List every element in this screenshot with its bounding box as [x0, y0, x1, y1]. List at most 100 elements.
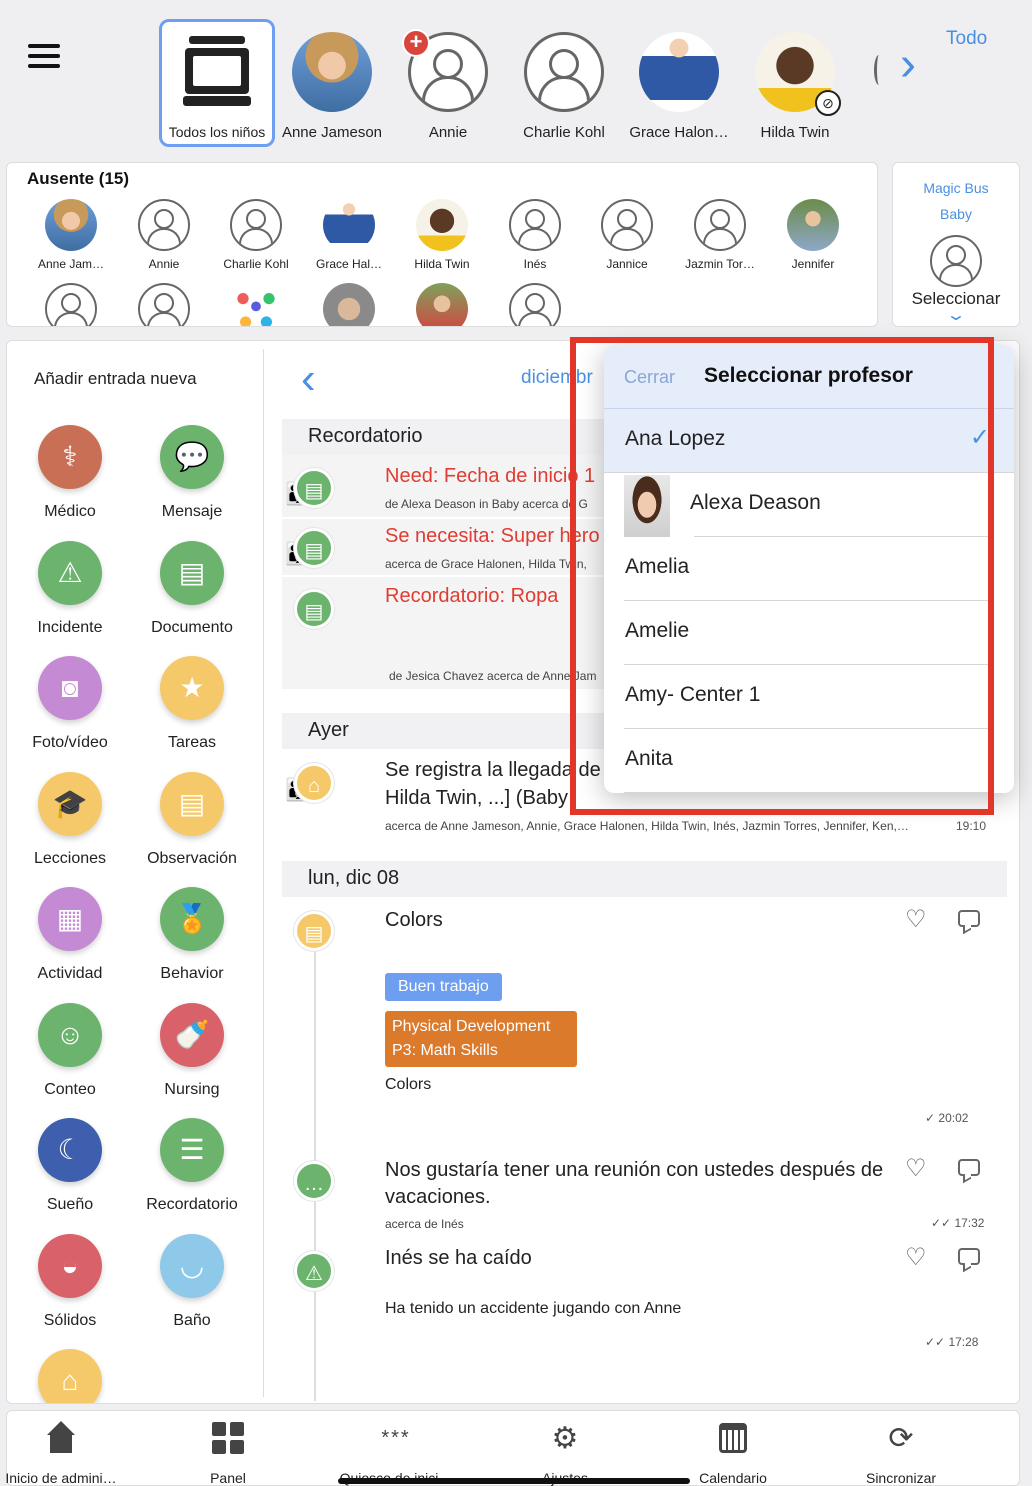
comment-icon[interactable] [958, 1248, 980, 1265]
checklist-icon: ☰ [160, 1118, 224, 1182]
observation-icon: ▤ [160, 772, 224, 836]
entry-title[interactable]: Inés se ha caído [385, 1247, 532, 1270]
entry-observacion[interactable]: ▤ Observación [130, 772, 254, 868]
avatar [787, 199, 839, 251]
absent-kid-name: Charlie Kohl [223, 257, 289, 271]
warning-icon: ⚠ [294, 1251, 334, 1291]
no-photo-icon: ⊘ [815, 90, 841, 116]
absent-kid[interactable]: Hilda Twin [396, 199, 488, 271]
select-button[interactable]: Seleccionar [893, 289, 1019, 309]
absent-kid[interactable]: Grace Hal… [303, 199, 395, 271]
child-all-kids[interactable]: Todos los niños [159, 19, 275, 147]
entry-lecciones[interactable]: 🎓 Lecciones [8, 772, 132, 868]
entry-solidos[interactable]: ◒ Sólidos [8, 1234, 132, 1330]
absent-kid-name: Jannice [606, 257, 648, 271]
avatar [639, 32, 719, 112]
heart-icon[interactable]: ♡ [905, 905, 927, 934]
heart-icon[interactable]: ♡ [905, 1243, 927, 1272]
entry-label: Observación [147, 850, 237, 867]
tab-admin-home[interactable]: Inicio de admini… [0, 1418, 146, 1486]
entry-check-in[interactable]: ⌂ [8, 1349, 132, 1403]
comment-icon[interactable] [958, 910, 980, 927]
bottle-icon: 🍼 [160, 1003, 224, 1067]
absent-kid-name: Inés [523, 257, 547, 271]
child-name: Annie [428, 124, 468, 141]
tab-panel[interactable]: Panel [143, 1418, 313, 1486]
absent-kid[interactable]: Charlie Kohl [210, 199, 302, 271]
entry-label: Actividad [37, 965, 103, 982]
absent-kid[interactable] [303, 283, 395, 326]
avatar-placeholder-icon [138, 199, 190, 251]
child-anne-jameson[interactable]: Anne Jameson [273, 28, 391, 141]
child-grace[interactable]: Grace Halon… [620, 28, 738, 141]
bus-name-line: Baby [940, 206, 972, 222]
entry-documento[interactable]: ▤ Documento [130, 541, 254, 637]
absent-kid[interactable]: Anne Jam… [25, 199, 117, 271]
bus-panel[interactable]: Magic Bus Baby Seleccionar ⌄ [892, 162, 1020, 327]
child-name: Grace Halon… [629, 124, 729, 141]
reminder-sub: de Jesica Chavez acerca de Anne Jam [389, 669, 597, 683]
absent-kid[interactable] [489, 283, 581, 326]
absent-kid[interactable] [25, 283, 117, 326]
absent-kid[interactable]: Jannice [581, 199, 673, 271]
menu-icon[interactable] [28, 44, 60, 68]
entry-recordatorio[interactable]: ☰ Recordatorio [130, 1118, 254, 1214]
entry-foto-video[interactable]: ◙ Foto/vídeo [8, 656, 132, 752]
section-header-day: lun, dic 08 [282, 861, 1007, 897]
entry-title[interactable]: Nos gustaría tener una reunión con usted… [385, 1159, 883, 1182]
entry-mensaje[interactable]: 💬 Mensaje [130, 425, 254, 521]
todo-button[interactable]: Todo [946, 28, 987, 50]
message-icon: 💬 [160, 425, 224, 489]
absent-kid[interactable]: Inés [489, 199, 581, 271]
chevron-down-icon[interactable]: ⌄ [855, 308, 1032, 324]
avatar [416, 199, 468, 251]
avatar-placeholder-icon[interactable] [874, 55, 884, 85]
gear-icon: ⚙ [551, 1421, 579, 1455]
section-title: Ayer [308, 719, 349, 741]
absent-kid[interactable] [396, 283, 488, 326]
child-charlie-kohl[interactable]: Charlie Kohl [505, 28, 623, 141]
back-chevron-icon[interactable]: ‹ [301, 357, 316, 401]
entry-sueno[interactable]: ☾ Sueño [8, 1118, 132, 1214]
avatar [323, 199, 375, 251]
entry-incidente[interactable]: ⚠ Incidente [8, 541, 132, 637]
checkin-title-line[interactable]: Se registra la llegada de [385, 759, 601, 782]
entry-label: Behavior [160, 965, 224, 982]
bus-name-line: Magic Bus [923, 180, 989, 196]
checkin-sub: acerca de Anne Jameson, Annie, Grace Hal… [385, 819, 909, 833]
child-hilda-twin[interactable]: Hilda Twin [736, 28, 854, 141]
absent-kid-name: Annie [148, 257, 180, 271]
tab-calendar[interactable]: Calendario [648, 1418, 818, 1486]
section-title: Recordatorio [308, 425, 423, 447]
comment-icon[interactable] [958, 1159, 980, 1176]
absent-kid[interactable]: Jennifer [767, 199, 859, 271]
reminder-title: Recordatorio: Ropa [385, 585, 559, 607]
entry-bano[interactable]: ◡ Baño [130, 1234, 254, 1330]
entry-nursing[interactable]: 🍼 Nursing [130, 1003, 254, 1099]
chevron-right-icon[interactable]: › [900, 40, 934, 90]
absent-kid[interactable] [118, 283, 210, 326]
reminder-sub: de Alexa Deason in Baby acerca de G [385, 497, 588, 511]
doctor-icon: ⚕ [38, 425, 102, 489]
absent-kid[interactable]: Annie [118, 199, 210, 271]
absent-title: Ausente (15) [27, 169, 130, 188]
faces-icon: ☺ [38, 1003, 102, 1067]
section-title: lun, dic 08 [308, 867, 400, 889]
heart-icon[interactable]: ♡ [905, 1154, 927, 1183]
entry-conteo[interactable]: ☺ Conteo [8, 1003, 132, 1099]
tab-sync[interactable]: ⟳ Sincronizar [816, 1418, 986, 1486]
absent-kid[interactable] [210, 283, 302, 326]
entry-label: Foto/vídeo [32, 734, 108, 751]
tab-kiosk[interactable]: ***Quiosco de inici… [311, 1418, 481, 1486]
entry-medico[interactable]: ⚕ Médico [8, 425, 132, 521]
entry-behavior[interactable]: 🏅 Behavior [130, 887, 254, 983]
absent-kid[interactable]: Jazmin Tor… [674, 199, 766, 271]
tab-settings[interactable]: ⚙Ajustes [480, 1418, 650, 1486]
entry-actividad[interactable]: ▦ Actividad [8, 887, 132, 983]
entry-title[interactable]: vacaciones. [385, 1186, 491, 1209]
all-kids-icon [183, 36, 251, 110]
entry-label: Médico [44, 503, 96, 520]
checkin-title-line[interactable]: Hilda Twin, ...] (Baby [385, 787, 568, 810]
entry-tareas[interactable]: ★ Tareas [130, 656, 254, 752]
entry-title[interactable]: Colors [385, 909, 443, 932]
